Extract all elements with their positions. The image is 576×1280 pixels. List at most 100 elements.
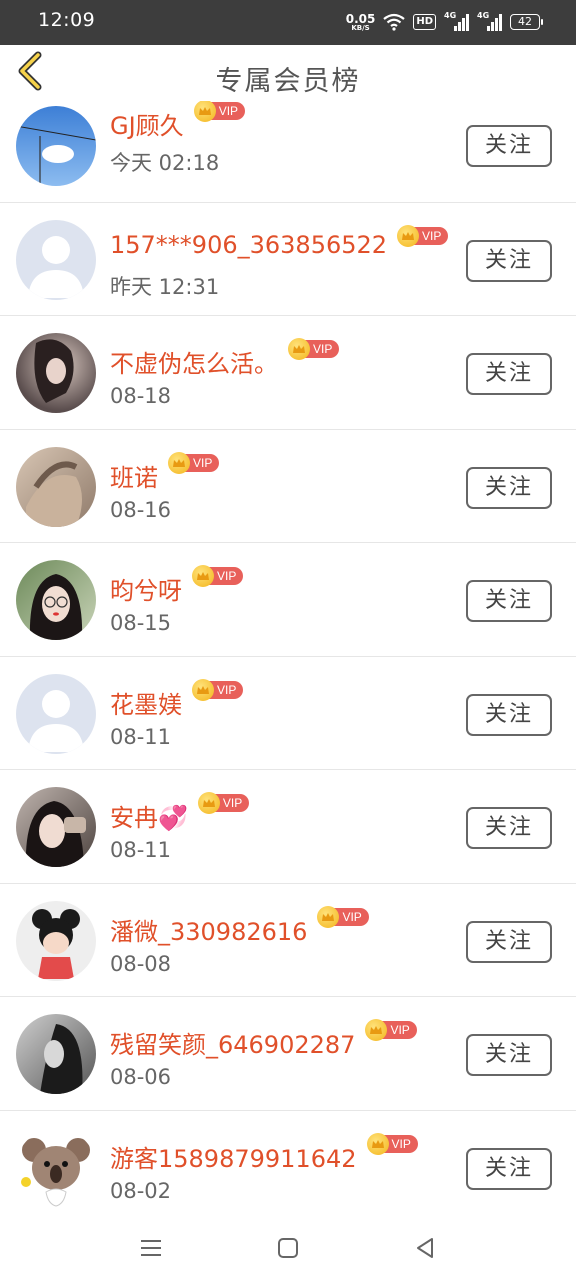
member-name[interactable]: 潘微_330982616 <box>110 912 307 947</box>
member-name[interactable]: 班诺 <box>110 458 158 493</box>
member-name[interactable]: 157***906_363856522 <box>110 231 387 259</box>
follow-button[interactable]: 关注 <box>466 239 552 282</box>
follow-button[interactable]: 关注 <box>466 693 552 736</box>
member-name[interactable]: GJ顾久 <box>110 106 184 141</box>
avatar[interactable] <box>16 1127 96 1208</box>
vip-badge: VIP <box>192 678 244 701</box>
vip-badge: VIP <box>193 101 246 122</box>
member-name-line: 花墨媄 VIP <box>110 678 244 720</box>
member-name[interactable]: 残留笑颜_646902287 <box>110 1025 355 1060</box>
list-item[interactable]: 157***906_363856522 VIP 昨天 12:31 关注 <box>0 202 576 316</box>
crown-icon <box>317 905 340 928</box>
menu-button[interactable] <box>136 1233 166 1263</box>
page-title: 专属会员榜 <box>215 66 361 97</box>
wifi-icon <box>383 13 406 31</box>
member-time: 08-11 <box>110 838 172 862</box>
vip-badge: VIP <box>197 792 250 814</box>
speed-unit: KB/S <box>351 23 370 32</box>
vip-badge: VIP <box>317 905 369 928</box>
home-button[interactable] <box>273 1233 303 1263</box>
member-time: 08-02 <box>110 1178 172 1203</box>
follow-button[interactable]: 关注 <box>466 920 552 963</box>
member-name-line: 残留笑颜_646902287 VIP <box>110 1019 417 1060</box>
list-item[interactable]: 花墨媄 VIP 08-11 关注 <box>0 656 576 770</box>
crown-icon <box>192 678 214 701</box>
menu-icon <box>141 1240 161 1256</box>
member-name[interactable]: 安冉💞 <box>110 798 188 833</box>
crown-icon <box>192 565 214 587</box>
follow-button[interactable]: 关注 <box>466 353 552 395</box>
list-item[interactable]: GJ顾久 VIP 今天 02:18 关注 <box>0 101 576 203</box>
member-name-line: GJ顾久 VIP <box>110 101 246 141</box>
crown-icon <box>197 792 220 814</box>
member-name[interactable]: 游客1589879911642 <box>110 1139 357 1174</box>
vip-badge: VIP <box>288 338 340 360</box>
header-bar: 专属会员榜 <box>0 45 576 101</box>
list-item[interactable]: 班诺 VIP 08-16 关注 <box>0 429 576 543</box>
follow-button[interactable]: 关注 <box>466 125 552 167</box>
vip-badge: VIP <box>366 1132 418 1155</box>
network-speed: 0.05 KB/S <box>346 13 376 32</box>
follow-button[interactable]: 关注 <box>466 1147 552 1190</box>
status-time: 12:09 <box>38 9 96 31</box>
follow-button[interactable]: 关注 <box>466 466 552 509</box>
follow-button[interactable]: 关注 <box>466 1034 552 1076</box>
list-item[interactable]: 不虚伪怎么活。 VIP 08-18 关注 <box>0 316 576 430</box>
crown-icon <box>288 338 310 360</box>
status-icons: 0.05 KB/S HD 4G 4G 42 <box>346 10 543 34</box>
avatar[interactable] <box>16 1014 96 1094</box>
list-item[interactable]: 昀兮呀 VIP 08-15 关注 <box>0 543 576 657</box>
vip-badge: VIP <box>365 1019 417 1041</box>
member-name-line: 157***906_363856522 VIP <box>110 224 449 259</box>
member-name-line: 游客1589879911642 VIP <box>110 1132 418 1174</box>
signal-icon: 4G <box>444 11 469 31</box>
signal-label: 4G <box>477 11 490 20</box>
status-bar: 12:09 0.05 KB/S HD 4G 4G 42 <box>0 0 576 45</box>
signal-label: 4G <box>444 11 457 20</box>
list-item[interactable]: 潘微_330982616 VIP 08-08 关注 <box>0 883 576 997</box>
avatar[interactable] <box>16 787 96 867</box>
vip-badge: VIP <box>397 224 449 247</box>
battery-icon: 42 <box>510 14 543 30</box>
member-time: 08-18 <box>110 384 172 408</box>
hd-icon: HD <box>413 14 436 30</box>
member-time: 昨天 12:31 <box>110 274 220 299</box>
avatar[interactable] <box>16 333 96 413</box>
member-time: 08-08 <box>110 951 172 976</box>
avatar[interactable] <box>16 446 96 527</box>
crown-icon <box>168 451 190 474</box>
back-nav-button[interactable] <box>410 1233 440 1263</box>
member-time: 今天 02:18 <box>110 151 220 175</box>
member-name-line: 班诺 VIP <box>110 451 220 493</box>
home-square-icon <box>278 1238 298 1258</box>
avatar[interactable] <box>16 219 96 300</box>
crown-icon <box>397 224 420 247</box>
crown-icon <box>193 101 216 122</box>
follow-button[interactable]: 关注 <box>466 580 552 622</box>
crown-icon <box>366 1132 389 1155</box>
member-name[interactable]: 花墨媄 <box>110 685 182 720</box>
follow-button[interactable]: 关注 <box>466 807 552 849</box>
avatar[interactable] <box>16 106 96 186</box>
list-item[interactable]: 残留笑颜_646902287 VIP 08-06 关注 <box>0 997 576 1111</box>
member-time: 08-15 <box>110 611 172 635</box>
member-name-line: 昀兮呀 VIP <box>110 565 244 606</box>
member-name-line: 潘微_330982616 VIP <box>110 905 369 947</box>
member-name[interactable]: 昀兮呀 <box>110 571 182 606</box>
vip-badge: VIP <box>192 565 244 587</box>
avatar[interactable] <box>16 673 96 754</box>
avatar[interactable] <box>16 900 96 981</box>
member-name-line: 安冉💞 VIP <box>110 792 250 833</box>
member-name-line: 不虚伪怎么活。 VIP <box>110 338 340 379</box>
list-item[interactable]: 游客1589879911642 VIP 08-02 关注 <box>0 1110 576 1215</box>
avatar[interactable] <box>16 560 96 640</box>
speed-value: 0.05 <box>345 11 376 26</box>
back-triangle-icon <box>417 1238 433 1258</box>
member-name[interactable]: 不虚伪怎么活。 <box>110 344 278 379</box>
member-time: 08-16 <box>110 497 172 522</box>
member-list[interactable]: GJ顾久 VIP 今天 02:18 关注 157***906_363856522… <box>0 101 576 1215</box>
system-nav-bar <box>0 1215 576 1280</box>
list-item[interactable]: 安冉💞 VIP 08-11 关注 <box>0 770 576 884</box>
member-time: 08-06 <box>110 1065 172 1089</box>
vip-badge: VIP <box>168 451 220 474</box>
